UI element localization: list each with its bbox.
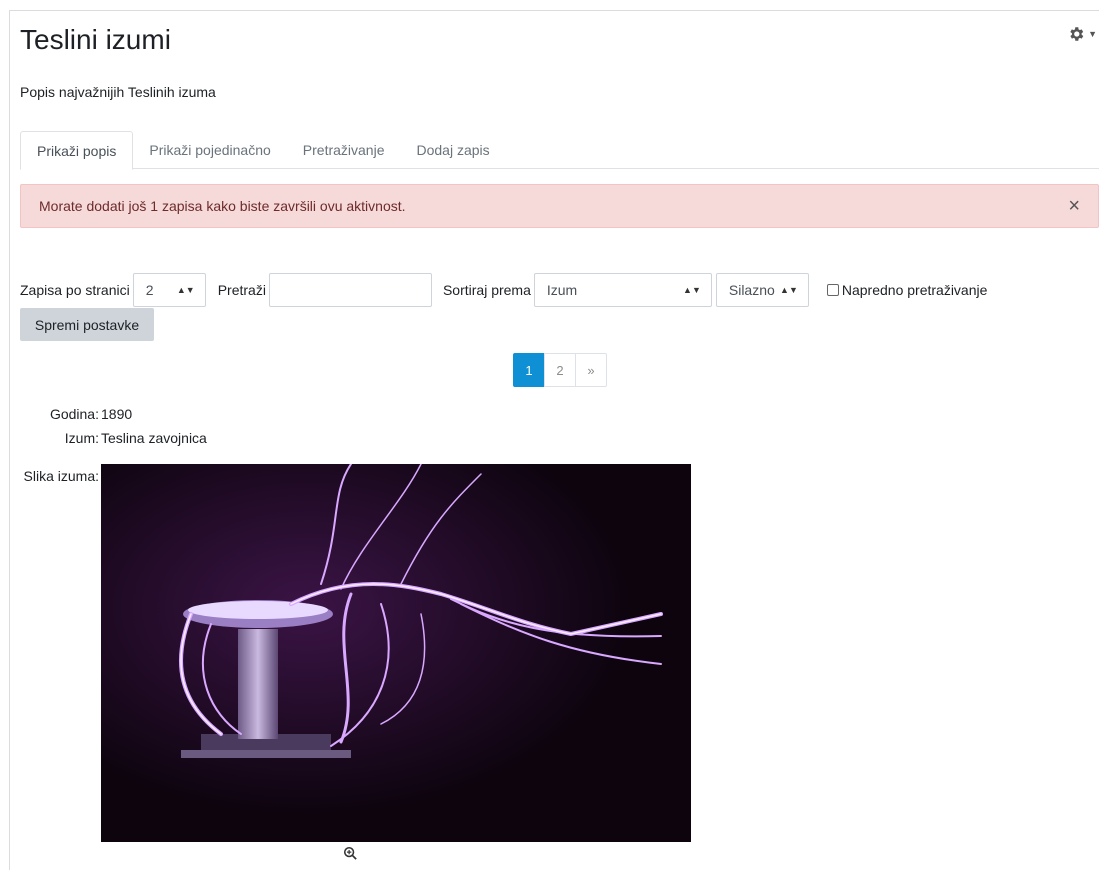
settings-menu[interactable]: ▼ (1067, 23, 1097, 45)
select-arrows-icon: ▲▼ (176, 285, 195, 295)
pagination: 1 2 » (513, 353, 607, 387)
search-input[interactable] (268, 273, 432, 307)
per-page-select[interactable]: 2 ▲▼ (132, 273, 206, 307)
list-settings-bar: Zapisa po stranici 2 ▲▼ Pretraži Sortira… (20, 273, 987, 307)
select-arrows-icon: ▲▼ (780, 285, 798, 295)
per-page-label: Zapisa po stranici (20, 282, 130, 298)
activity-description: Popis najvažnijih Teslinih izuma (20, 84, 216, 100)
select-arrows-icon: ▲▼ (683, 285, 701, 295)
page-title: Teslini izumi (20, 24, 171, 55)
search-label: Pretraži (217, 282, 266, 298)
advanced-search-label[interactable]: Napredno pretraživanje (842, 282, 988, 298)
tab-bar: Prikaži popis Prikaži pojedinačno Pretra… (20, 131, 1099, 170)
tab-list-view[interactable]: Prikaži popis (20, 131, 134, 170)
gear-icon (1070, 27, 1084, 41)
invention-label: Izum: (64, 430, 99, 446)
year-label: Godina: (49, 406, 99, 422)
completion-alert: Morate dodati još 1 zapisa kako biste za… (20, 184, 1099, 228)
tab-single-view[interactable]: Prikaži pojedinačno (133, 131, 286, 169)
sort-label: Sortiraj prema (442, 282, 531, 298)
sort-field-value: Izum (546, 282, 578, 298)
sort-order-select[interactable]: Silazno ▲▼ (715, 273, 809, 307)
per-page-value: 2 (145, 282, 154, 298)
image-label: Slika izuma: (23, 468, 99, 484)
tab-search[interactable]: Pretraživanje (287, 131, 401, 169)
sort-order-value: Silazno (728, 282, 775, 298)
zoom-in-icon[interactable] (343, 846, 357, 860)
chevron-down-icon: ▼ (1088, 29, 1097, 39)
page-link-2[interactable]: 2 (544, 353, 576, 387)
save-settings-button[interactable]: Spremi postavke (20, 308, 154, 341)
next-page-link[interactable]: » (575, 353, 607, 387)
close-icon[interactable]: × (1068, 196, 1080, 216)
year-value: 1890 (101, 406, 133, 422)
page-link-1[interactable]: 1 (513, 353, 545, 387)
alert-message: Morate dodati još 1 zapisa kako biste za… (39, 198, 406, 214)
tesla-coil-image (101, 464, 691, 842)
advanced-search-checkbox[interactable] (826, 284, 839, 296)
invention-value: Teslina zavojnica (101, 430, 207, 446)
tab-add-entry[interactable]: Dodaj zapis (400, 131, 505, 169)
sort-field-select[interactable]: Izum ▲▼ (533, 273, 712, 307)
invention-image (101, 464, 691, 842)
